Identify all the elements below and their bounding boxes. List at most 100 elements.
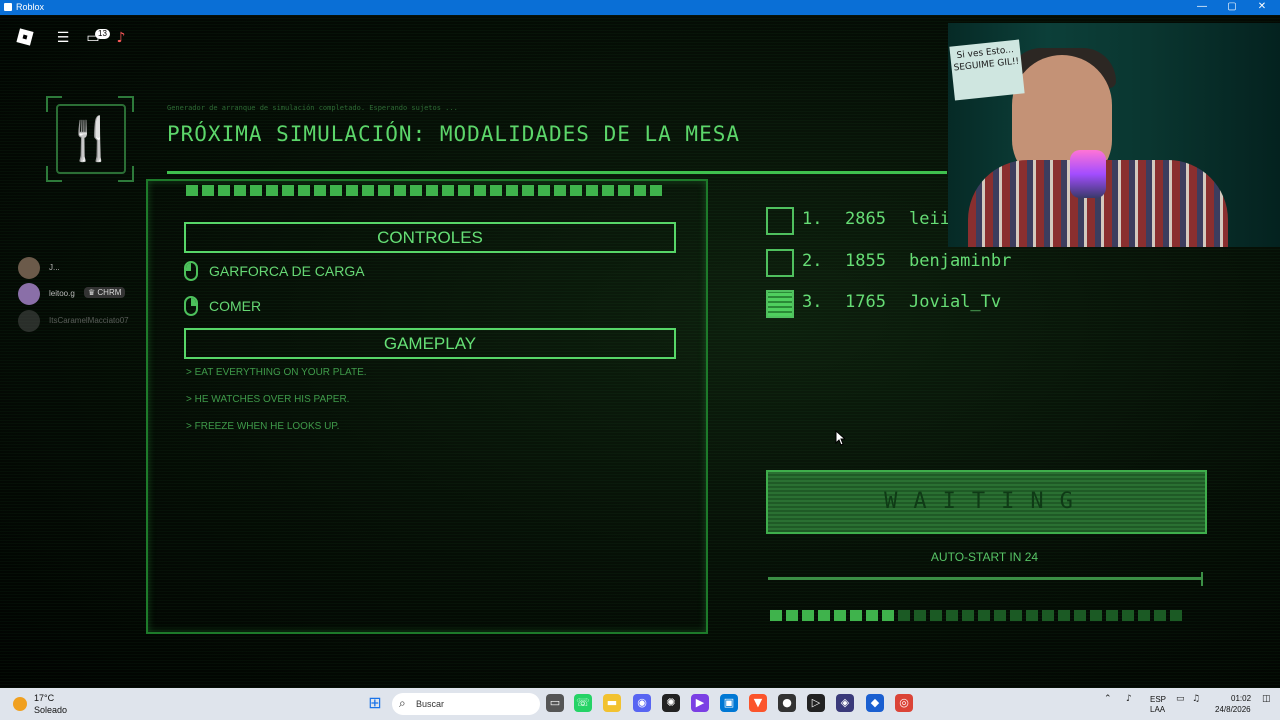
search-input[interactable]: ⌕ Buscar: [392, 693, 540, 715]
segment: [474, 185, 486, 196]
segment: [442, 185, 454, 196]
segment: [850, 610, 862, 621]
segment: [234, 185, 246, 196]
task-view-icon[interactable]: ▭: [546, 694, 564, 712]
mic-icon[interactable]: ♪: [110, 27, 132, 49]
brave-icon[interactable]: ▼: [749, 694, 767, 712]
rank-points: 1765: [845, 292, 886, 312]
bottom-segment-bar: [770, 610, 1182, 621]
segment: [978, 610, 990, 621]
roblox-app-icon: [4, 3, 12, 11]
chevron-up-icon[interactable]: ⌃: [1104, 694, 1112, 704]
segment: [1010, 610, 1022, 621]
segment: [298, 185, 310, 196]
control-label: COMER: [209, 298, 262, 314]
segment: [186, 185, 198, 196]
keyboard-layout[interactable]: LAA: [1150, 705, 1165, 714]
segment: [458, 185, 470, 196]
segment: [602, 185, 614, 196]
segment: [834, 610, 846, 621]
segment: [522, 185, 534, 196]
segment: [786, 610, 798, 621]
fork-knife-icon: 🍴: [56, 104, 126, 174]
segment: [362, 185, 374, 196]
player-name: ItsCaramelMacciato07: [49, 316, 129, 325]
segment: [378, 185, 390, 196]
segment: [898, 610, 910, 621]
clock-time[interactable]: 01:02: [1231, 694, 1251, 703]
webcam-microphone: [1070, 150, 1106, 198]
obs-icon[interactable]: ●: [778, 694, 796, 712]
rank-player: Jovial_Tv: [909, 292, 1002, 312]
webcam-sticky-note: Si ves Esto... SEGUIME GIL!!: [949, 39, 1025, 101]
windows-taskbar: 17°C Soleado ⊞ ⌕ Buscar ▭ ☏ ▬ ◉ ✺ ▶ ▣ ▼ …: [0, 688, 1280, 720]
segment: [490, 185, 502, 196]
status-subtitle: Generador de arranque de simulación comp…: [167, 104, 458, 112]
notification-icon[interactable]: ◫: [1262, 694, 1271, 704]
window-titlebar[interactable]: Roblox — ▢ ✕: [0, 0, 1280, 15]
network-icon[interactable]: ▭: [1176, 694, 1185, 704]
weather-temp[interactable]: 17°C: [34, 693, 54, 703]
chrome-icon[interactable]: ◎: [895, 694, 913, 712]
store-icon[interactable]: ▣: [720, 694, 738, 712]
segment: [882, 610, 894, 621]
maximize-button[interactable]: ▢: [1222, 1, 1242, 12]
chatgpt-icon[interactable]: ✺: [662, 694, 680, 712]
gameplay-rule: > EAT EVERYTHING ON YOUR PLATE.: [186, 367, 367, 378]
clock-date[interactable]: 24/8/2026: [1215, 705, 1251, 714]
gameplay-header: GAMEPLAY: [184, 328, 676, 359]
microphone-tray-icon[interactable]: ♪: [1126, 694, 1132, 704]
volume-icon[interactable]: ♫: [1192, 694, 1200, 704]
segment: [394, 185, 406, 196]
discord-icon[interactable]: ◉: [633, 694, 651, 712]
segment: [506, 185, 518, 196]
segment: [1074, 610, 1086, 621]
segment: [314, 185, 326, 196]
avatar: [18, 257, 40, 279]
window-title: Roblox: [16, 2, 45, 12]
clipchamp-icon[interactable]: ▶: [691, 694, 709, 712]
app-icon[interactable]: ◈: [836, 694, 854, 712]
segment: [346, 185, 358, 196]
rank-checkbox: [766, 207, 794, 235]
autostart-label: AUTO-START IN 24: [930, 550, 1039, 564]
roblox-taskbar-icon[interactable]: ◆: [866, 694, 884, 712]
weather-desc[interactable]: Soleado: [34, 705, 67, 715]
segment: [218, 185, 230, 196]
waiting-button[interactable]: WAITING: [766, 470, 1207, 534]
segment: [994, 610, 1006, 621]
controls-header: CONTROLES: [184, 222, 676, 253]
whatsapp-icon[interactable]: ☏: [574, 694, 592, 712]
segment: [802, 610, 814, 621]
segment: [1106, 610, 1118, 621]
segment: [1058, 610, 1070, 621]
rank-player: leii: [909, 209, 950, 229]
segment: [426, 185, 438, 196]
player-tag: ♛ CHRM: [84, 287, 126, 298]
segment: [650, 185, 662, 196]
segment: [818, 610, 830, 621]
segment: [554, 185, 566, 196]
segment: [410, 185, 422, 196]
close-button[interactable]: ✕: [1252, 1, 1272, 12]
segment: [946, 610, 958, 621]
segment: [634, 185, 646, 196]
start-icon[interactable]: ⊞: [366, 694, 384, 712]
hamburger-icon[interactable]: ☰: [52, 27, 74, 49]
minimize-button[interactable]: —: [1192, 1, 1212, 12]
page-title: PRÓXIMA SIMULACIÓN: MODALIDADES DE LA ME…: [167, 122, 741, 146]
file-explorer-icon[interactable]: ▬: [603, 694, 621, 712]
segment: [618, 185, 630, 196]
media-player-icon[interactable]: ▷: [807, 694, 825, 712]
rank-checkbox: [766, 290, 794, 318]
rank-checkbox: [766, 249, 794, 277]
segment: [1026, 610, 1038, 621]
segment: [1042, 610, 1054, 621]
avatar: [18, 283, 40, 305]
segment: [1138, 610, 1150, 621]
rank-player: benjaminbr: [909, 251, 1012, 271]
sun-icon[interactable]: [13, 697, 27, 711]
rank-points: 2865: [845, 209, 886, 229]
gameplay-rule: > HE WATCHES OVER HIS PAPER.: [186, 394, 350, 405]
language-code[interactable]: ESP: [1150, 695, 1166, 704]
